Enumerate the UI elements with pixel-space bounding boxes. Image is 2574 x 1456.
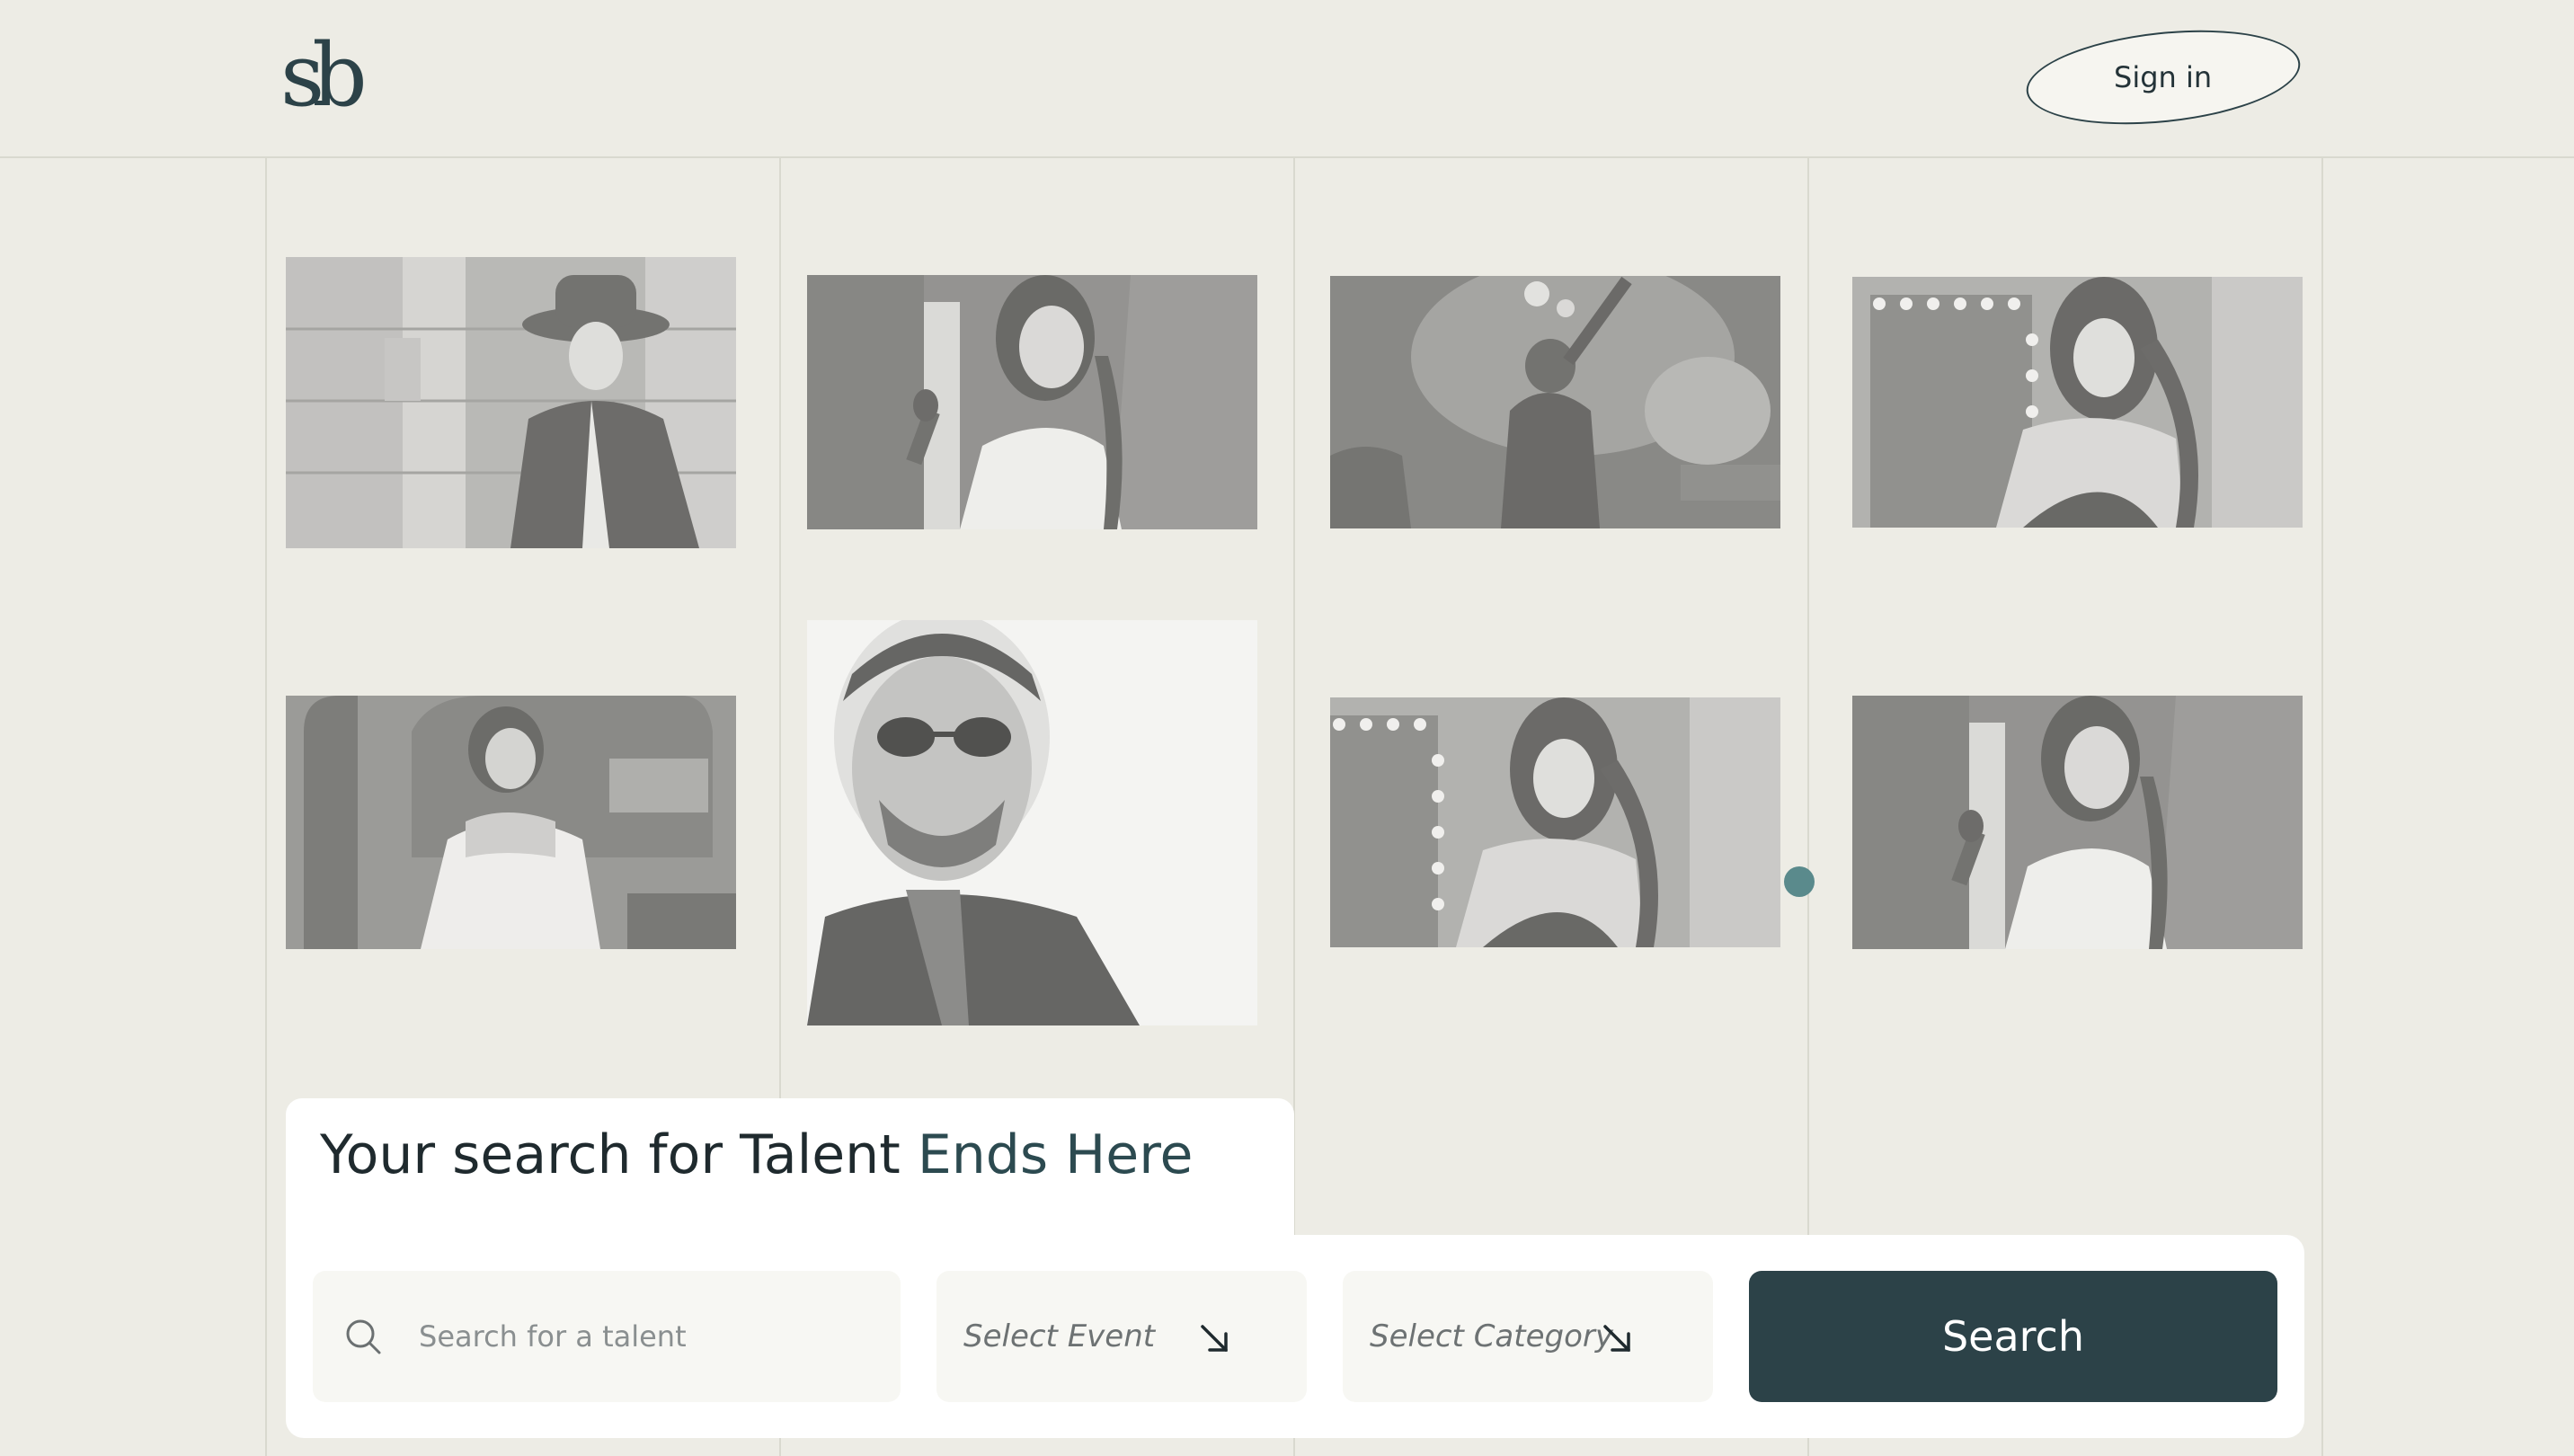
search-icon (346, 1319, 381, 1354)
photo-woman-mirror-2[interactable] (1330, 697, 1780, 947)
sign-in-label: Sign in (2114, 60, 2213, 95)
grid-line (2321, 158, 2323, 1456)
talent-search-input[interactable]: Search for a talent (313, 1271, 901, 1402)
arrow-down-right-icon (1201, 1325, 1228, 1352)
select-category-dropdown[interactable]: Select Category (1343, 1271, 1713, 1402)
logo[interactable]: sb (280, 31, 394, 120)
search-bar: Search for a talent Select Event Select … (286, 1235, 2304, 1438)
select-category-label: Select Category (1370, 1318, 1614, 1354)
grid-line (265, 158, 267, 1456)
select-event-dropdown[interactable]: Select Event (936, 1271, 1307, 1402)
page-title: Your search for Talent Ends Here (320, 1123, 1193, 1186)
sign-in-button[interactable]: Sign in (2021, 18, 2305, 137)
photo-band-stage[interactable] (1330, 276, 1780, 528)
arrow-down-right-icon (1603, 1325, 1630, 1352)
photo-woman-microphone-2[interactable] (1852, 696, 2303, 949)
photo-woman-white-dress[interactable] (286, 696, 736, 949)
photo-woman-hat[interactable] (286, 257, 736, 548)
search-button[interactable]: Search (1749, 1271, 2277, 1402)
talent-search-placeholder: Search for a talent (419, 1319, 687, 1354)
photo-woman-mirror[interactable] (1852, 277, 2303, 528)
site-header: sb Sign in (0, 0, 2574, 158)
select-event-label: Select Event (963, 1318, 1156, 1354)
headline-card: Your search for Talent Ends Here (286, 1098, 1294, 1242)
cursor-dot (1784, 866, 1815, 897)
photo-woman-microphone[interactable] (807, 275, 1257, 529)
headline-plain: Your search for Talent (320, 1123, 918, 1186)
photo-man-sunglasses[interactable] (807, 620, 1257, 1025)
search-button-label: Search (1941, 1312, 2085, 1361)
headline-accent: Ends Here (917, 1123, 1194, 1186)
